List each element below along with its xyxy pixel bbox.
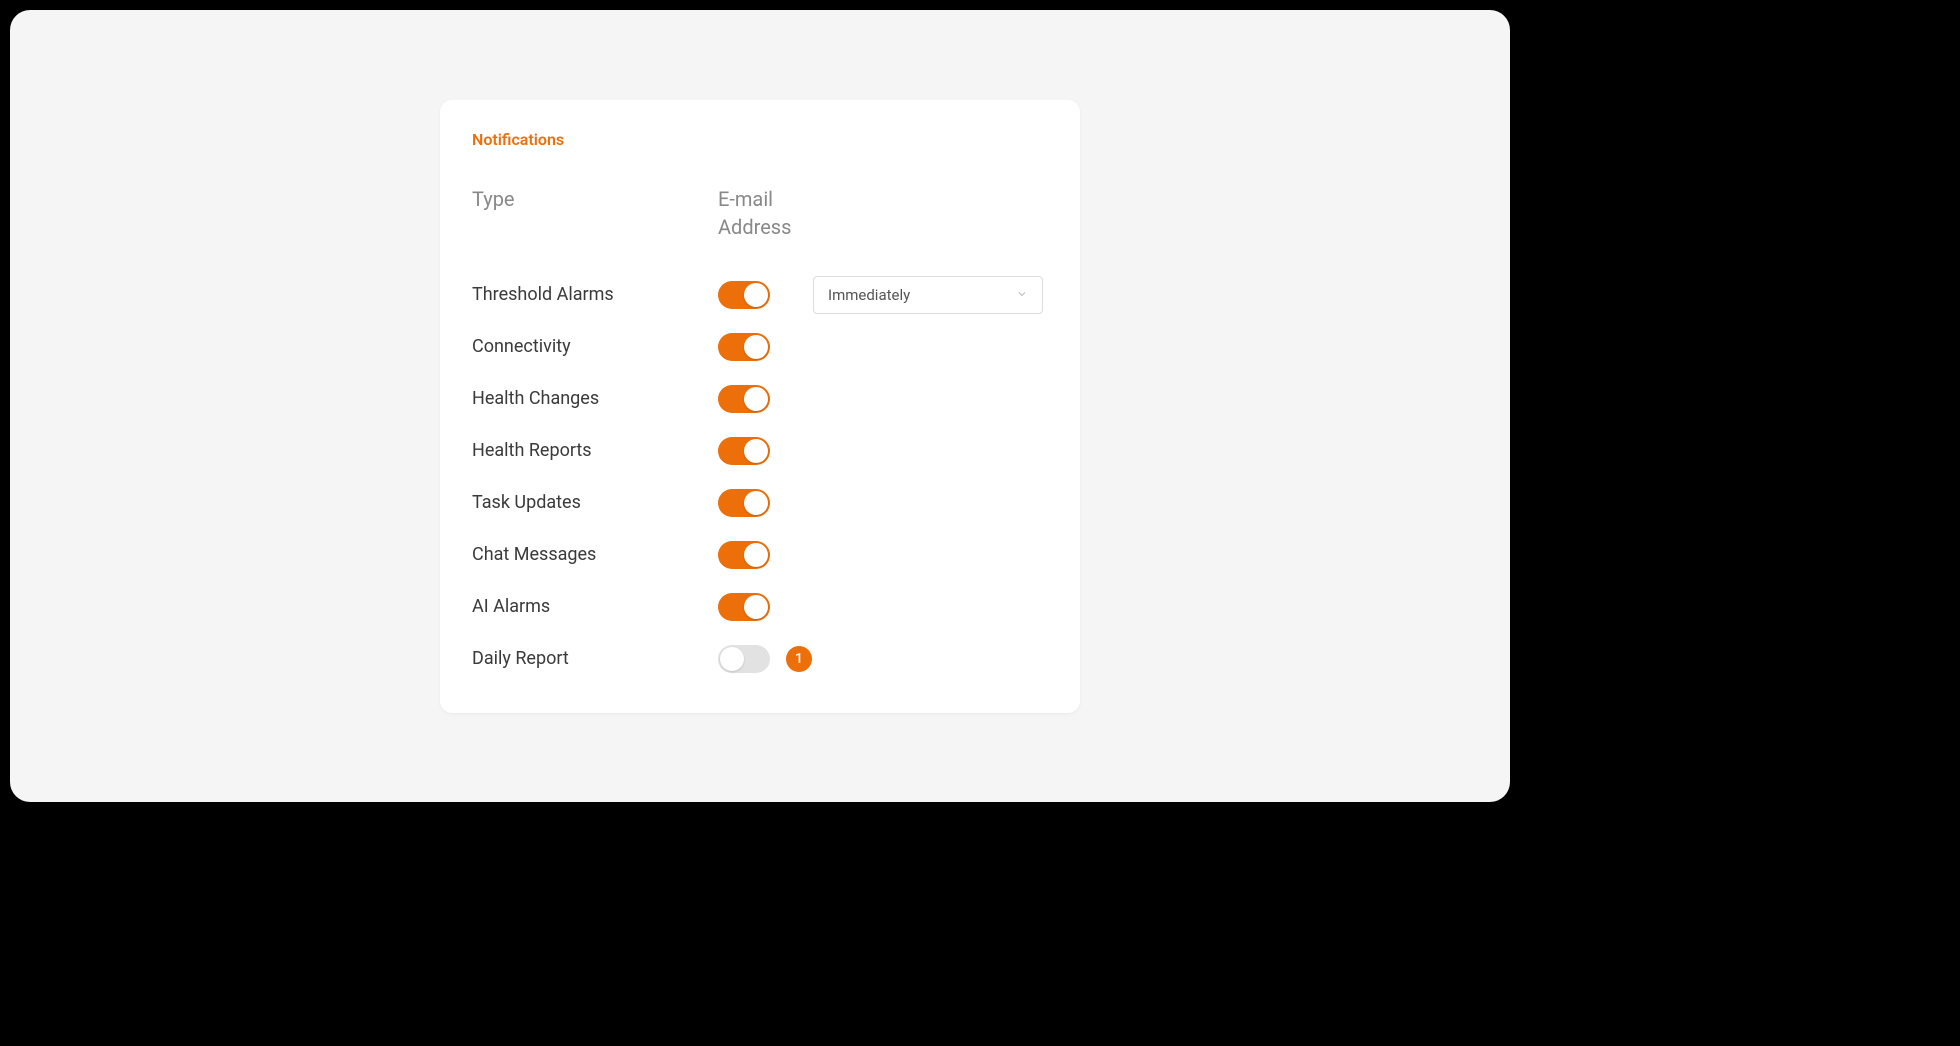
row-label-threshold-alarms: Threshold Alarms: [472, 284, 614, 305]
table-row: Task Updates: [472, 477, 1048, 529]
table-row: Chat Messages: [472, 529, 1048, 581]
table-row: Health Reports: [472, 425, 1048, 477]
toggle-chat-messages[interactable]: [718, 541, 770, 569]
page-backdrop: Notifications Type E-mail Address Thresh…: [10, 10, 1510, 802]
chevron-down-icon: [1016, 285, 1028, 304]
row-label-ai-alarms: AI Alarms: [472, 596, 550, 617]
row-label-health-changes: Health Changes: [472, 388, 599, 409]
toggle-knob: [744, 491, 768, 515]
row-label-daily-report: Daily Report: [472, 648, 569, 669]
toggle-threshold-alarms[interactable]: [718, 281, 770, 309]
toggle-knob: [744, 283, 768, 307]
toggle-knob: [720, 647, 744, 671]
select-value: Immediately: [828, 286, 910, 304]
toggle-ai-alarms[interactable]: [718, 593, 770, 621]
row-label-connectivity: Connectivity: [472, 336, 571, 357]
toggle-daily-report[interactable]: [718, 645, 770, 673]
table-row: Health Changes: [472, 373, 1048, 425]
table-row: Connectivity: [472, 321, 1048, 373]
badge-daily-report: 1: [786, 646, 812, 672]
toggle-knob: [744, 543, 768, 567]
select-threshold-frequency[interactable]: Immediately: [813, 276, 1043, 314]
table-row: Daily Report 1: [472, 633, 1048, 685]
toggle-knob: [744, 335, 768, 359]
toggle-health-reports[interactable]: [718, 437, 770, 465]
toggle-knob: [744, 387, 768, 411]
row-label-chat-messages: Chat Messages: [472, 544, 596, 565]
toggle-knob: [744, 595, 768, 619]
row-label-task-updates: Task Updates: [472, 492, 581, 513]
table-row: AI Alarms: [472, 581, 1048, 633]
table-header: Type E-mail Address: [472, 185, 1048, 241]
column-header-email: E-mail Address: [718, 185, 813, 241]
toggle-task-updates[interactable]: [718, 489, 770, 517]
table-row: Threshold Alarms Immediately: [472, 269, 1048, 321]
toggle-connectivity[interactable]: [718, 333, 770, 361]
panel-title: Notifications: [472, 130, 1048, 149]
row-label-health-reports: Health Reports: [472, 440, 592, 461]
column-header-type: Type: [472, 185, 718, 213]
toggle-knob: [744, 439, 768, 463]
notifications-panel: Notifications Type E-mail Address Thresh…: [440, 100, 1080, 713]
toggle-health-changes[interactable]: [718, 385, 770, 413]
